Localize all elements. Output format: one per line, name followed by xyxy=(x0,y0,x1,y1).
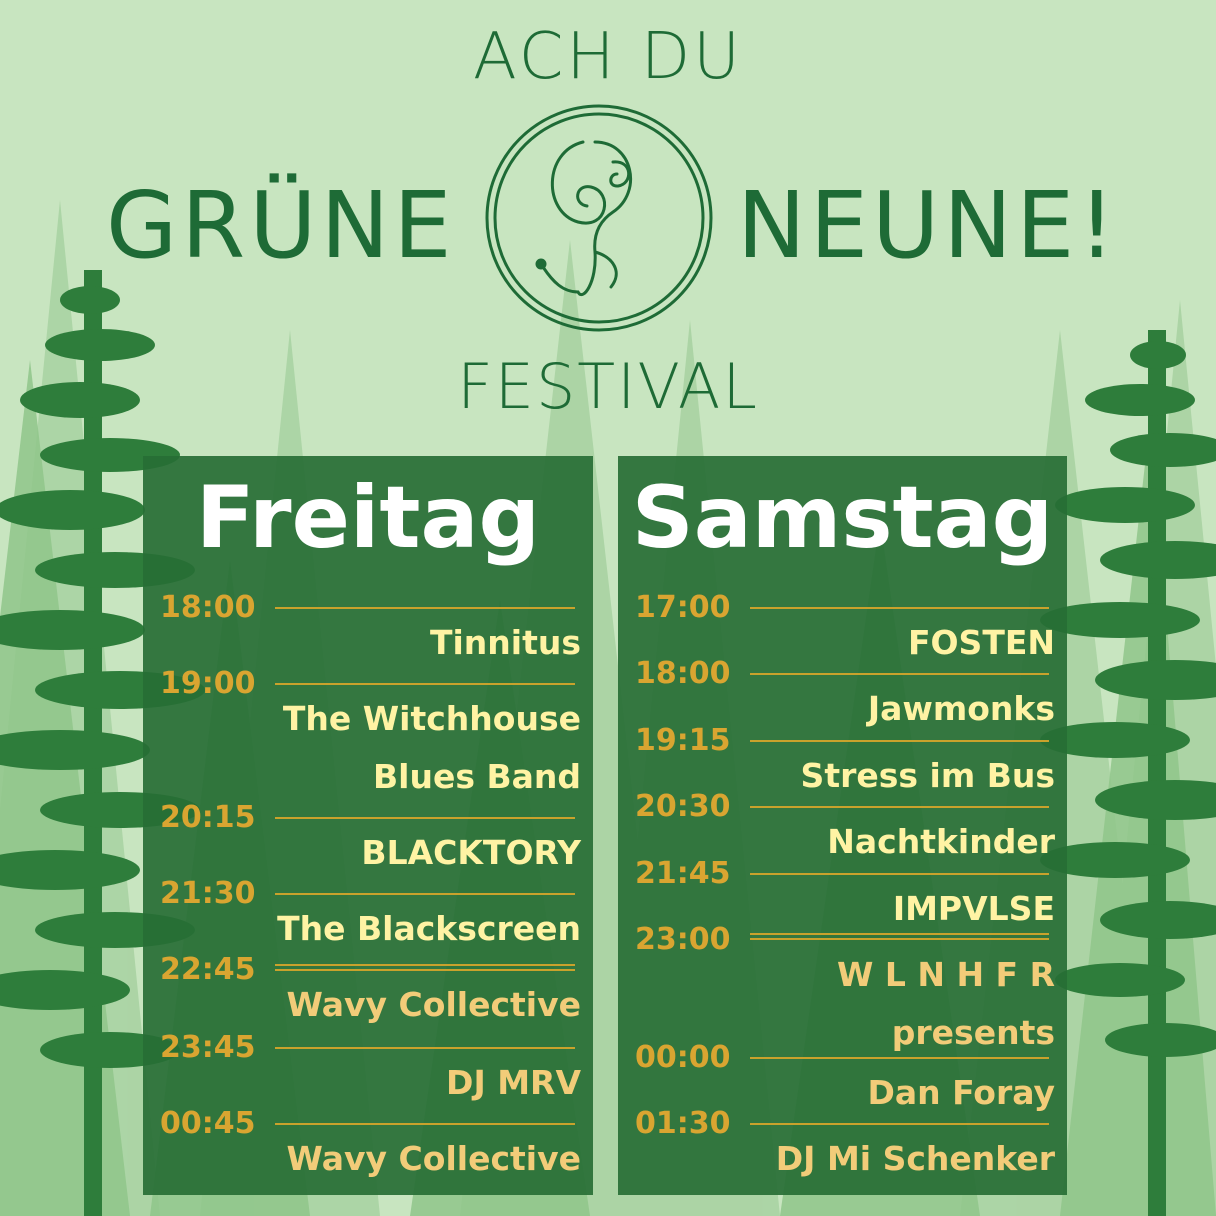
slot-divider xyxy=(750,1057,1049,1059)
slot-time: 21:45 xyxy=(635,856,731,891)
slot-act: The Witchhouse xyxy=(282,699,581,738)
festival-title-line3: FESTIVAL xyxy=(457,350,759,423)
swirl-circle-logo-icon xyxy=(485,104,713,332)
slot-time: 23:00 xyxy=(635,922,731,957)
slot-act: W L N H F R xyxy=(836,955,1055,994)
slot-divider xyxy=(750,873,1049,875)
slot-act: IMPVLSE xyxy=(892,889,1055,928)
slot-time: 19:00 xyxy=(160,666,256,701)
slot-act: Tinnitus xyxy=(429,623,581,662)
slot-divider xyxy=(750,806,1049,808)
slot-time: 23:45 xyxy=(160,1030,256,1065)
slot-divider xyxy=(750,673,1049,675)
festival-title-line1: ACH DU xyxy=(473,20,743,94)
slot-time: 00:00 xyxy=(635,1040,731,1075)
slot-act: BLACKTORY xyxy=(361,833,581,872)
slot-time: 18:00 xyxy=(160,590,256,625)
friday-day-heading: Freitag xyxy=(195,468,541,568)
slot-act: Wavy Collective xyxy=(286,985,581,1024)
saturday-day-heading: Samstag xyxy=(631,468,1054,568)
slot-act: Stress im Bus xyxy=(800,756,1055,795)
slot-act: Nachtkinder xyxy=(827,822,1055,861)
slot-act: The Blackscreen xyxy=(277,909,581,948)
festival-title-right-word: NEUNE! xyxy=(737,172,1120,279)
slot-act: FOSTEN xyxy=(907,623,1055,662)
friday-schedule-panel: Freitag 18:00 Tinnitus 19:00 The Witchho… xyxy=(143,456,593,1195)
slot-divider xyxy=(275,683,575,685)
slot-divider xyxy=(750,740,1049,742)
slot-divider xyxy=(750,607,1049,609)
slot-divider xyxy=(275,1047,575,1049)
slot-time: 18:00 xyxy=(635,656,731,691)
slot-time: 21:30 xyxy=(160,876,256,911)
slot-divider xyxy=(750,1123,1049,1125)
festival-title-left-word: GRÜNE xyxy=(106,172,456,279)
slot-time: 20:30 xyxy=(635,789,731,824)
slot-act: Wavy Collective xyxy=(286,1139,581,1178)
slot-divider xyxy=(750,933,1049,935)
saturday-schedule-panel: Samstag 17:00 FOSTEN 18:00 Jawmonks 19:1… xyxy=(618,456,1067,1195)
slot-act-line2: presents xyxy=(891,1013,1055,1052)
slot-time: 22:45 xyxy=(160,952,256,987)
slot-time: 01:30 xyxy=(635,1106,731,1141)
slot-divider xyxy=(275,817,575,819)
slot-act-line2: Blues Band xyxy=(372,757,581,796)
slot-divider xyxy=(275,893,575,895)
slot-time: 20:15 xyxy=(160,800,256,835)
slot-divider xyxy=(275,964,575,966)
slot-act: DJ Mi Schenker xyxy=(775,1139,1055,1178)
slot-divider xyxy=(275,1123,575,1125)
slot-time: 00:45 xyxy=(160,1106,256,1141)
slot-divider xyxy=(275,607,575,609)
slot-act: DJ MRV xyxy=(446,1063,581,1102)
slot-time: 17:00 xyxy=(635,590,731,625)
slot-act: Jawmonks xyxy=(867,689,1055,728)
slot-act: Dan Foray xyxy=(867,1073,1055,1112)
slot-time: 19:15 xyxy=(635,723,731,758)
